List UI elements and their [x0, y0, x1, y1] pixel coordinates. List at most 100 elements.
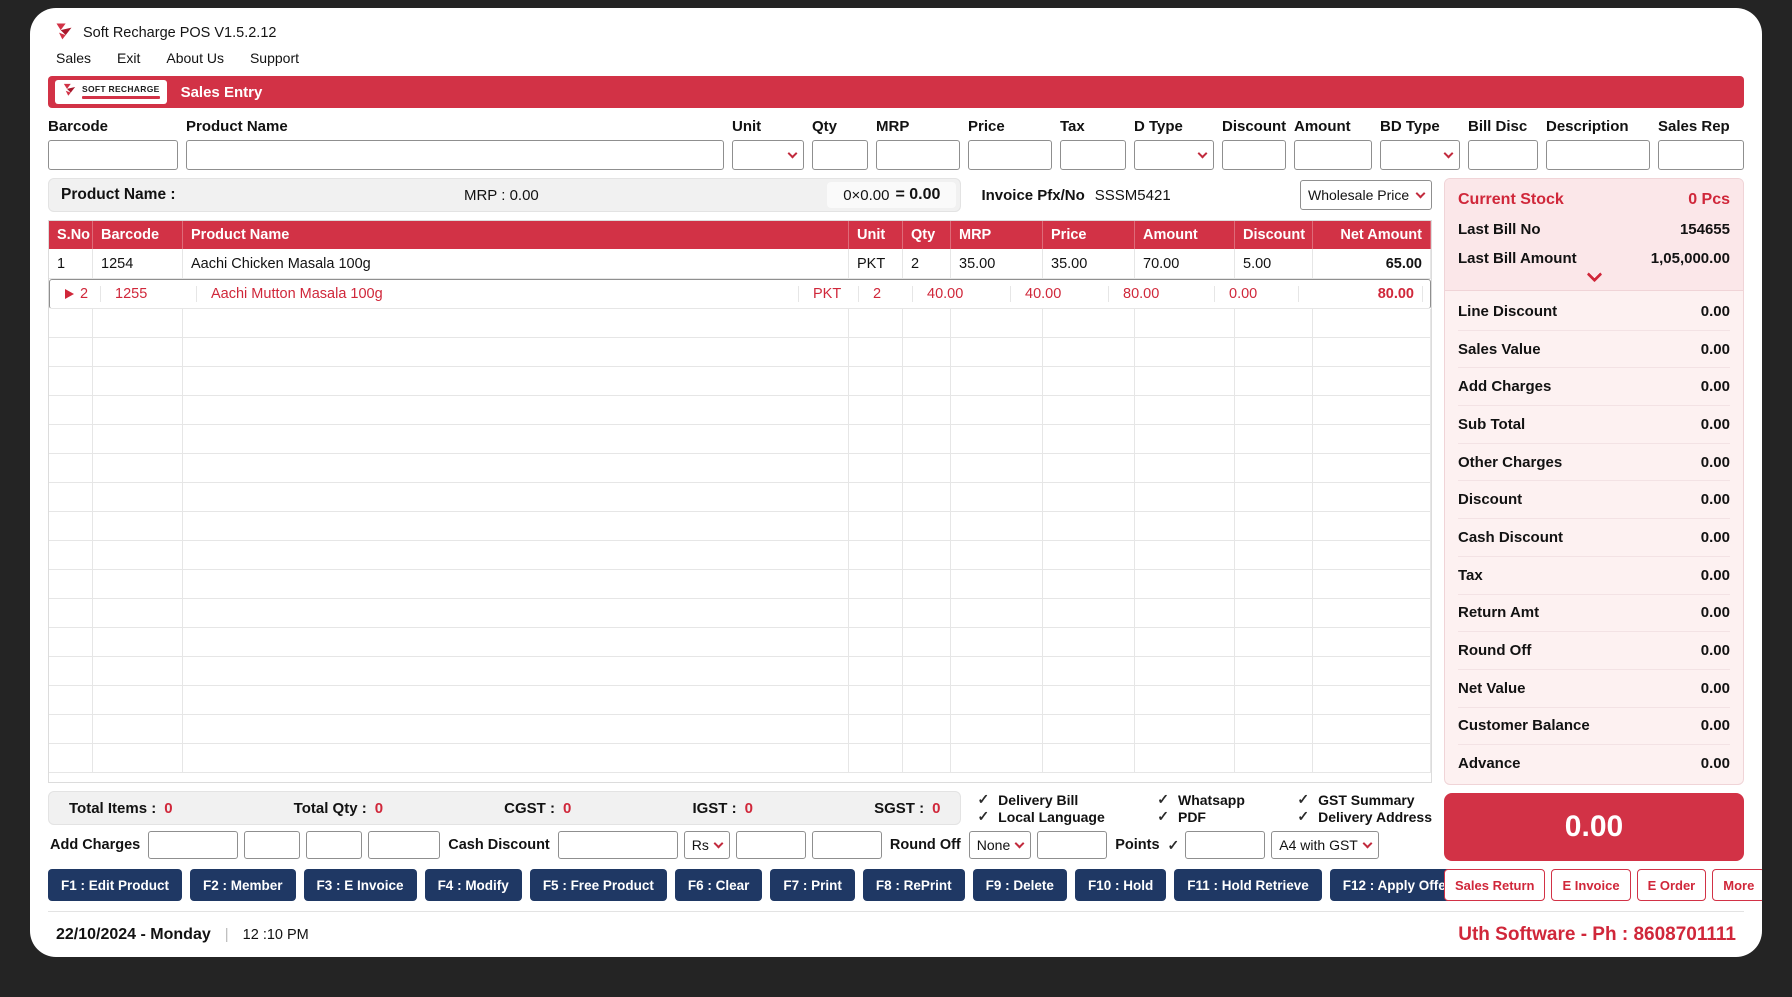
add-charge-input-4[interactable]: [368, 831, 440, 859]
option-checkbox[interactable]: ✓ Delivery Address: [1297, 808, 1432, 825]
charges-extra-input[interactable]: [812, 831, 882, 859]
add-charge-input-3[interactable]: [306, 831, 362, 859]
barcode-input[interactable]: [48, 140, 178, 170]
option-checkbox[interactable]: ✓ Local Language: [977, 808, 1104, 825]
chevron-down-icon: [1198, 148, 1208, 158]
points-input[interactable]: [1185, 831, 1265, 859]
dtype-select[interactable]: [1134, 140, 1214, 170]
qty-input[interactable]: [812, 140, 868, 170]
bdtype-select[interactable]: [1380, 140, 1460, 170]
col-qty: Qty: [903, 221, 951, 249]
function-button[interactable]: F2 : Member: [190, 869, 296, 901]
last-bill-amount-label: Last Bill Amount: [1458, 250, 1577, 267]
add-charge-input-2[interactable]: [244, 831, 300, 859]
cash-discount-input[interactable]: [558, 831, 678, 859]
amount-label: Amount: [1294, 118, 1372, 135]
print-format-select[interactable]: A4 with GST: [1271, 831, 1379, 859]
function-button[interactable]: F10 : Hold: [1075, 869, 1166, 901]
discount-input[interactable]: [1222, 140, 1286, 170]
menu-item[interactable]: Support: [250, 50, 299, 66]
menu-item[interactable]: Sales: [56, 50, 91, 66]
option-checkbox[interactable]: ✓ Whatsapp: [1157, 791, 1245, 808]
totals-zone: Total Items : 0 Total Qty : 0 CGST : 0: [48, 791, 1432, 825]
mrp-label: MRP: [876, 118, 960, 135]
menubar: Sales Exit About Us Support: [48, 46, 1744, 70]
points-check-icon[interactable]: ✓: [1168, 837, 1180, 854]
table-empty-row: [49, 628, 1431, 657]
chevron-down-icon: [1015, 838, 1025, 848]
action-button[interactable]: E Order: [1637, 869, 1707, 901]
points-label: Points: [1115, 837, 1159, 853]
round-off-input[interactable]: [1037, 831, 1107, 859]
check-icon: ✓: [1297, 791, 1309, 808]
function-button[interactable]: F7 : Print: [770, 869, 855, 901]
sales-rep-input[interactable]: [1658, 140, 1744, 170]
items-table: S.No Barcode Product Name Unit Qty MRP P…: [48, 220, 1432, 783]
function-button[interactable]: F8 : RePrint: [863, 869, 965, 901]
function-button[interactable]: F3 : E Invoice: [304, 869, 417, 901]
summary-row: Customer Balance 0.00: [1458, 708, 1730, 746]
amount-input[interactable]: [1294, 140, 1372, 170]
chevron-down-icon: [788, 148, 798, 158]
table-row[interactable]: 1 1254 Aachi Chicken Masala 100g PKT 2 3…: [49, 249, 1431, 279]
mrp-input[interactable]: [876, 140, 960, 170]
action-button[interactable]: More: [1712, 869, 1762, 901]
function-button[interactable]: F1 : Edit Product: [48, 869, 182, 901]
last-bill-no-label: Last Bill No: [1458, 221, 1541, 238]
unit-select[interactable]: [732, 140, 804, 170]
menu-item[interactable]: About Us: [166, 50, 224, 66]
stock-panel: Current Stock 0 Pcs Last Bill No 154655 …: [1445, 179, 1743, 291]
product-name-input[interactable]: [186, 140, 724, 170]
table-header: S.No Barcode Product Name Unit Qty MRP P…: [49, 221, 1431, 249]
qty-calc-display: 0×0.00 = 0.00: [827, 182, 956, 208]
total-item: Total Items : 0: [69, 800, 173, 817]
dtype-label: D Type: [1134, 118, 1214, 135]
option-checkbox[interactable]: ✓ Delivery Bill: [977, 791, 1104, 808]
sales-rep-label: Sales Rep: [1658, 118, 1744, 135]
app-window: Soft Recharge POS V1.5.2.12 SalesExitAbo…: [30, 8, 1762, 957]
tax-input[interactable]: [1060, 140, 1126, 170]
brand-badge: SOFT RECHARGE: [55, 80, 167, 104]
price-type-select[interactable]: Wholesale Price: [1300, 180, 1432, 210]
table-empty-row: [49, 483, 1431, 512]
sales-entry-header: SOFT RECHARGE Sales Entry: [48, 76, 1744, 108]
right-column: Current Stock 0 Pcs Last Bill No 154655 …: [1444, 178, 1744, 901]
table-empty-row: [49, 686, 1431, 715]
option-checkbox[interactable]: ✓ GST Summary: [1297, 791, 1432, 808]
col-sno: S.No: [49, 221, 93, 249]
menu-item[interactable]: Exit: [117, 50, 140, 66]
currency-select[interactable]: Rs: [684, 831, 730, 859]
function-button[interactable]: F6 : Clear: [675, 869, 763, 901]
bill-options: ✓ Delivery Bill ✓ Local Language ✓ Whats…: [977, 791, 1432, 825]
description-input[interactable]: [1546, 140, 1650, 170]
table-empty-row: [49, 715, 1431, 744]
total-item: SGST : 0: [874, 800, 940, 817]
bill-disc-input[interactable]: [1468, 140, 1538, 170]
entry-row: Barcode Product Name Unit Qty MRP Price …: [48, 118, 1744, 170]
current-stock-label: Current Stock: [1458, 191, 1564, 209]
table-empty-row: [49, 454, 1431, 483]
table-row[interactable]: 2 1255 Aachi Mutton Masala 100g PKT 2 40…: [49, 279, 1431, 309]
action-buttons: Sales ReturnE InvoiceE OrderMore: [1444, 869, 1744, 901]
function-button[interactable]: F5 : Free Product: [530, 869, 667, 901]
function-button[interactable]: F11 : Hold Retrieve: [1174, 869, 1322, 901]
table-empty-rows: [49, 309, 1431, 782]
function-button[interactable]: F9 : Delete: [973, 869, 1067, 901]
app-logo-icon: [54, 21, 74, 46]
round-off-select[interactable]: None: [969, 831, 1031, 859]
summary-row: Tax 0.00: [1458, 557, 1730, 595]
action-button[interactable]: Sales Return: [1444, 869, 1545, 901]
action-button[interactable]: E Invoice: [1551, 869, 1630, 901]
bdtype-label: BD Type: [1380, 118, 1460, 135]
col-mrp: MRP: [951, 221, 1043, 249]
function-button[interactable]: F4 : Modify: [425, 869, 522, 901]
bill-disc-label: Bill Disc: [1468, 118, 1538, 135]
expand-chevron-icon[interactable]: [1458, 273, 1730, 288]
price-input[interactable]: [968, 140, 1052, 170]
option-checkbox[interactable]: ✓ PDF: [1157, 808, 1245, 825]
cash-discount-value-input[interactable]: [736, 831, 806, 859]
current-stock-row: Current Stock 0 Pcs: [1458, 185, 1730, 215]
add-charge-input-1[interactable]: [148, 831, 238, 859]
table-empty-row: [49, 657, 1431, 686]
discount-label: Discount: [1222, 118, 1286, 135]
